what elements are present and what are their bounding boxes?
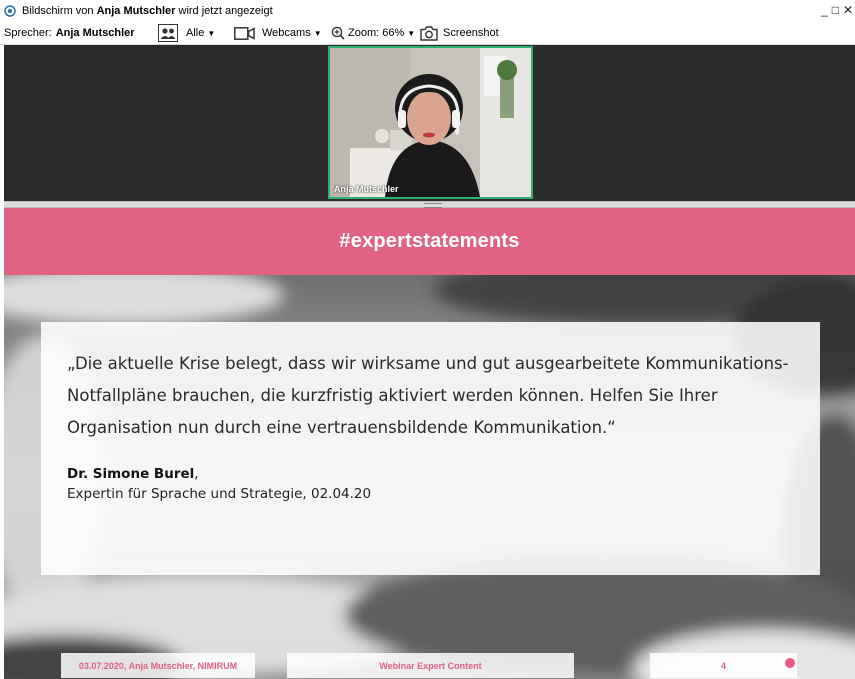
maximize-button[interactable]: □ xyxy=(832,3,839,17)
footer-center-text: Webinar Expert Content xyxy=(379,660,482,671)
page-number: 4 xyxy=(720,660,726,671)
window-title-prefix: Bildschirm von xyxy=(22,5,97,17)
chevron-down-icon: ▼ xyxy=(313,28,322,38)
window-title: Bildschirm von Anja Mutschler wird jetzt… xyxy=(22,5,273,17)
chevron-down-icon: ▼ xyxy=(207,28,216,38)
webcams-button[interactable]: Webcams ▼ xyxy=(234,26,322,40)
zoom-icon xyxy=(331,26,345,40)
minimize-button[interactable]: _ xyxy=(821,3,828,17)
close-button[interactable]: ✕ xyxy=(843,3,853,17)
speaker-indicator: Sprecher: Anja Mutschler xyxy=(4,27,135,39)
webcams-label: Webcams xyxy=(262,27,311,39)
quote-box: „Die aktuelle Krise belegt, dass wir wir… xyxy=(41,322,820,575)
camera-icon xyxy=(420,25,438,41)
zoom-selector[interactable]: Zoom: 66% ▼ xyxy=(331,26,415,40)
webcam-tile[interactable]: Anja Mutschler xyxy=(328,46,533,199)
footer-title: Webinar Expert Content xyxy=(287,653,574,678)
chevron-down-icon: ▼ xyxy=(407,28,416,38)
participants-icon xyxy=(158,24,178,42)
screenshot-button[interactable]: Screenshot xyxy=(420,25,499,41)
webcam-icon xyxy=(234,26,255,40)
footer-page-number: 4 xyxy=(650,653,797,678)
pane-splitter[interactable] xyxy=(4,201,855,208)
window-title-bar: Bildschirm von Anja Mutschler wird jetzt… xyxy=(0,0,855,22)
author-role: Expertin für Sprache und Strategie, 02.0… xyxy=(67,486,372,502)
window-controls: _ □ ✕ xyxy=(821,3,853,17)
view-label: Alle xyxy=(186,27,205,39)
webcam-video-image xyxy=(330,48,531,197)
shared-screen-slide: #expertstatements „Die aktuelle Krise be… xyxy=(4,208,855,679)
author-comma: , xyxy=(194,466,199,482)
window-title-name: Anja Mutschler xyxy=(96,5,176,17)
speaker-label: Sprecher: xyxy=(4,27,52,39)
footer-left-text: 03.07.2020, Anja Mutschler, NIMIRUM xyxy=(78,660,238,671)
meeting-toolbar: Sprecher: Anja Mutschler Alle ▼ Webcams … xyxy=(0,22,855,45)
quote-author: Dr. Simone Burel, xyxy=(67,466,794,482)
author-name: Dr. Simone Burel xyxy=(67,466,195,482)
speaker-name: Anja Mutschler xyxy=(55,27,135,39)
footer-date-author: 03.07.2020, Anja Mutschler, NIMIRUM xyxy=(61,653,255,678)
screenshot-label: Screenshot xyxy=(443,27,499,39)
pointer-dot-icon xyxy=(785,658,795,668)
view-selector[interactable]: Alle ▼ xyxy=(158,24,215,42)
participant-name-label: Anja Mutschler xyxy=(334,184,399,194)
quote-text: „Die aktuelle Krise belegt, dass wir wir… xyxy=(67,354,789,437)
slide-header-title: #expertstatements xyxy=(339,230,520,252)
app-logo-icon xyxy=(4,5,16,17)
slide-header: #expertstatements xyxy=(4,208,855,275)
window-title-suffix: wird jetzt angezeigt xyxy=(175,5,273,17)
zoom-label: Zoom: 66% xyxy=(348,27,405,39)
